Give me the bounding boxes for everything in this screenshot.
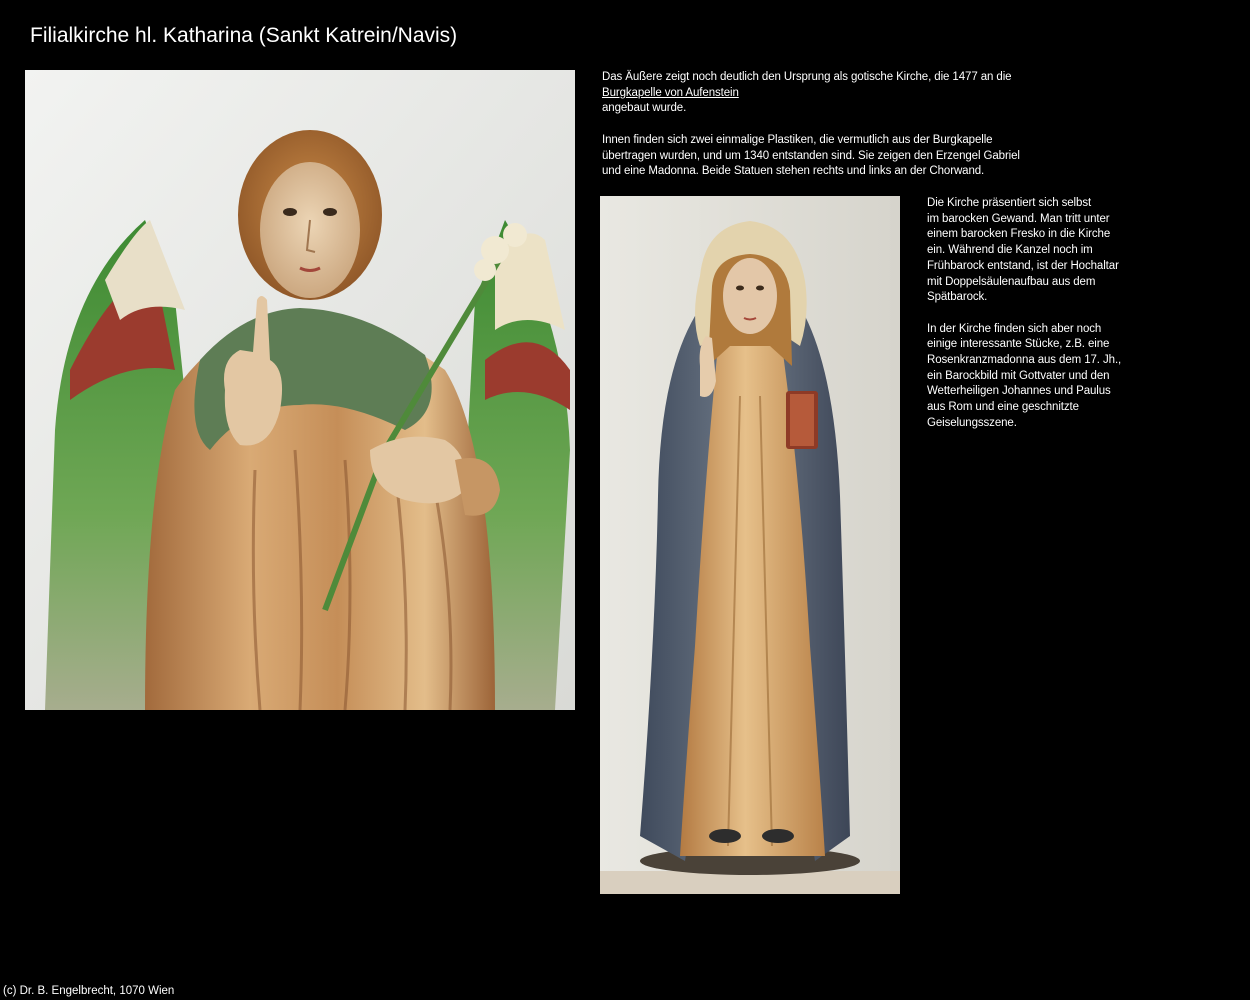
side-line: Wetterheiligen Johannes und Paulus <box>927 385 1111 398</box>
side-line: einige interessante Stücke, z.B. eine <box>927 338 1110 351</box>
intro-line: angebaut wurde. <box>602 102 687 115</box>
madonna-image <box>600 196 900 894</box>
side-line: In der Kirche finden sich aber noch <box>927 322 1102 335</box>
side-line: Spätbarock. <box>927 291 988 304</box>
archangel-gabriel-image <box>25 70 575 710</box>
side-line: Frühbarock entstand, ist der Hochaltar <box>927 259 1119 272</box>
intro-line: und eine Madonna. Beide Statuen stehen r… <box>602 165 985 178</box>
side-line: aus Rom und eine geschnitzte <box>927 401 1079 414</box>
page-title: Filialkirche hl. Katharina (Sankt Katrei… <box>30 24 458 47</box>
intro-line: Innen finden sich zwei einmalige Plastik… <box>602 133 993 146</box>
side-line: ein Barockbild mit Gottvater und den <box>927 369 1110 382</box>
side-line: Geiselungsszene. <box>927 416 1017 429</box>
side-line: Die Kirche präsentiert sich selbst <box>927 197 1092 209</box>
burgkapelle-aufenstein-link[interactable]: Burgkapelle von Aufenstein <box>602 86 1082 102</box>
side-line: im barocken Gewand. Man tritt unter <box>927 212 1110 225</box>
side-text: Die Kirche präsentiert sich selbst im ba… <box>927 196 1147 432</box>
intro-line: Das Äußere zeigt noch deutlich den Urspr… <box>602 71 1012 83</box>
side-line: mit Doppelsäulenaufbau aus dem <box>927 275 1096 288</box>
side-line: Rosenkranzmadonna aus dem 17. Jh., <box>927 354 1122 367</box>
intro-text: Das Äußere zeigt noch deutlich den Urspr… <box>602 70 1082 180</box>
intro-line: übertragen wurden, und um 1340 entstande… <box>602 149 1020 162</box>
archangel-gabriel-photo[interactable] <box>25 70 575 710</box>
side-line: einem barocken Fresko in die Kirche <box>927 228 1111 241</box>
madonna-photo[interactable] <box>600 196 900 894</box>
copyright-footer: (c) Dr. B. Engelbrecht, 1070 Wien <box>3 985 175 997</box>
side-line: ein. Während die Kanzel noch im <box>927 244 1093 257</box>
